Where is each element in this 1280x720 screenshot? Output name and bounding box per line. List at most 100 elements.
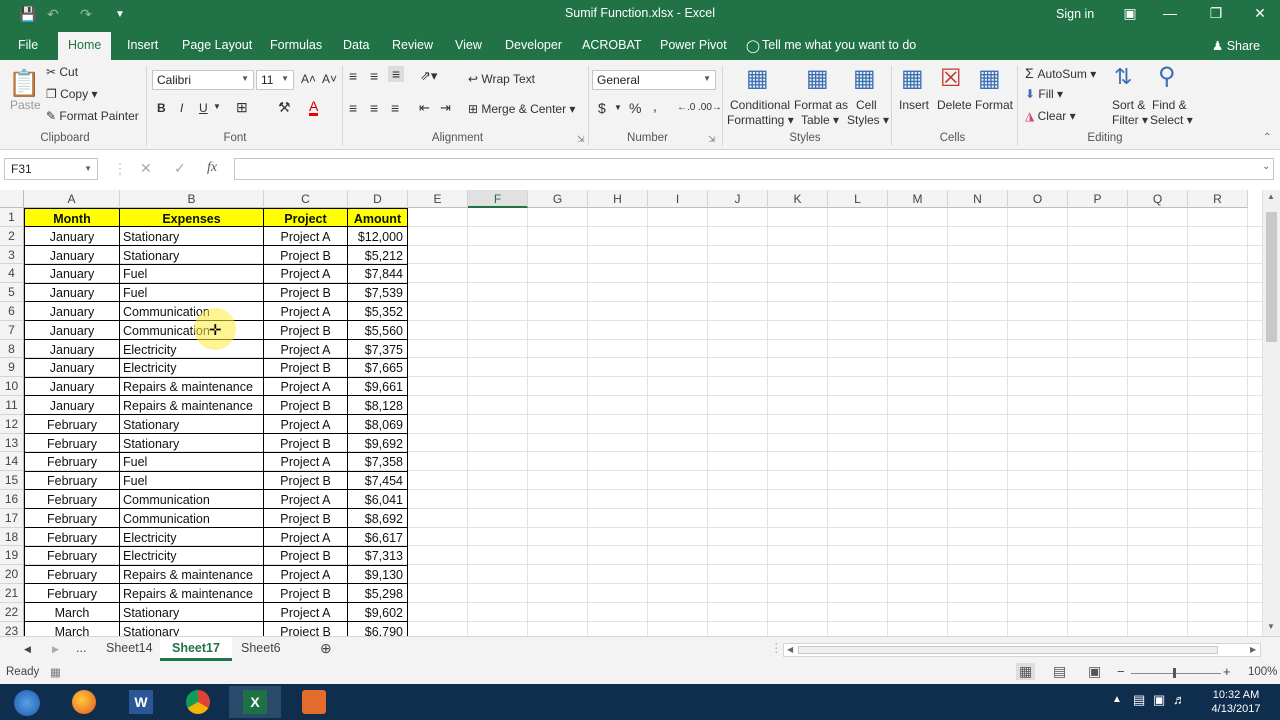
row-header-17[interactable]: 17 xyxy=(0,508,24,528)
table-cell[interactable]: Project B xyxy=(263,508,348,529)
table-cell[interactable]: February xyxy=(24,414,120,435)
table-cell[interactable]: January xyxy=(24,264,120,284)
row-header-23[interactable]: 23 xyxy=(0,621,24,636)
table-cell[interactable]: Project A xyxy=(263,339,348,359)
table-cell[interactable]: $8,692 xyxy=(347,508,408,529)
row-header-10[interactable]: 10 xyxy=(0,377,24,396)
table-cell[interactable]: $5,352 xyxy=(347,302,408,322)
column-header-k[interactable]: K xyxy=(768,190,828,208)
table-cell[interactable]: Electricity xyxy=(119,358,264,378)
tab-file[interactable]: File xyxy=(18,38,38,52)
format-as-table-icon[interactable]: ▦ xyxy=(806,64,829,93)
table-cell[interactable]: Project B xyxy=(263,396,348,416)
top-align-icon[interactable]: ≡ xyxy=(349,68,357,84)
table-cell[interactable]: Stationary xyxy=(119,602,264,623)
sheet-tab-sheet17[interactable]: Sheet17 xyxy=(160,637,232,661)
zoom-out-icon[interactable]: − xyxy=(1117,664,1125,679)
table-cell[interactable]: February xyxy=(24,490,120,510)
row-header-15[interactable]: 15 xyxy=(0,471,24,490)
row-header-6[interactable]: 6 xyxy=(0,302,24,321)
row-header-7[interactable]: 7 xyxy=(0,320,24,340)
table-cell[interactable]: Project B xyxy=(263,471,348,491)
column-header-j[interactable]: J xyxy=(708,190,768,208)
table-cell[interactable]: Project A xyxy=(263,565,348,585)
row-header-8[interactable]: 8 xyxy=(0,339,24,359)
restore-icon[interactable]: ❐ xyxy=(1206,5,1226,23)
page-break-view-icon[interactable]: ▣ xyxy=(1088,663,1101,680)
table-cell[interactable]: February xyxy=(24,527,120,547)
currency-button[interactable]: $ xyxy=(598,100,606,116)
table-cell[interactable]: March xyxy=(24,621,120,636)
paste-icon[interactable]: 📋 xyxy=(8,68,40,99)
table-header-cell[interactable]: Month xyxy=(24,208,120,228)
row-header-21[interactable]: 21 xyxy=(0,584,24,603)
column-header-m[interactable]: M xyxy=(888,190,948,208)
table-cell[interactable]: $7,375 xyxy=(347,339,408,359)
table-cell[interactable]: February xyxy=(24,565,120,585)
table-cell[interactable]: January xyxy=(24,226,120,247)
sheet-tab-sheet14[interactable]: Sheet14 xyxy=(106,641,153,655)
tab-data[interactable]: Data xyxy=(343,38,369,52)
table-cell[interactable]: Project A xyxy=(263,414,348,435)
table-cell[interactable]: Communication xyxy=(119,508,264,529)
volume-icon[interactable]: ♬ xyxy=(1173,692,1186,707)
table-cell[interactable]: February xyxy=(24,433,120,453)
table-cell[interactable]: $9,692 xyxy=(347,433,408,453)
table-cell[interactable]: Project A xyxy=(263,226,348,247)
collapse-ribbon-icon[interactable]: ⌃ xyxy=(1263,132,1271,143)
table-cell[interactable]: Project B xyxy=(263,546,348,566)
format-as-table-button[interactable]: Format as xyxy=(794,98,848,112)
table-cell[interactable]: Project B xyxy=(263,245,348,265)
cell-styles-button[interactable]: Cell xyxy=(856,98,877,112)
chevron-down-icon[interactable]: ▼ xyxy=(213,102,221,111)
table-cell[interactable]: Fuel xyxy=(119,283,264,303)
table-cell[interactable]: January xyxy=(24,245,120,265)
scroll-right-icon[interactable]: ▶ xyxy=(1250,645,1256,654)
column-header-e[interactable]: E xyxy=(408,190,468,208)
sort-filter-label-2[interactable]: Filter ▾ xyxy=(1112,113,1148,127)
decrease-indent-icon[interactable]: ⇤ xyxy=(419,100,430,116)
name-box[interactable]: F31 ▼ xyxy=(4,158,98,180)
word-taskbar-button[interactable]: W xyxy=(115,686,167,718)
table-cell[interactable]: Electricity xyxy=(119,339,264,359)
tab-developer[interactable]: Developer xyxy=(505,38,562,52)
table-cell[interactable]: January xyxy=(24,377,120,397)
find-select-label-2[interactable]: Select ▾ xyxy=(1150,113,1193,127)
column-header-n[interactable]: N xyxy=(948,190,1008,208)
column-header-d[interactable]: D xyxy=(348,190,408,208)
table-cell[interactable]: Project B xyxy=(263,283,348,303)
decrease-font-icon[interactable]: A˅ xyxy=(322,72,337,86)
table-cell[interactable]: Project A xyxy=(263,602,348,623)
column-header-o[interactable]: O xyxy=(1008,190,1068,208)
table-cell[interactable]: $7,358 xyxy=(347,452,408,472)
table-header-cell[interactable]: Project xyxy=(263,208,348,228)
table-cell[interactable]: January xyxy=(24,320,120,341)
column-header-c[interactable]: C xyxy=(264,190,348,208)
table-cell[interactable]: Communication xyxy=(119,302,264,322)
row-header-2[interactable]: 2 xyxy=(0,226,24,246)
table-cell[interactable]: March xyxy=(24,602,120,623)
horizontal-scroll-thumb[interactable] xyxy=(798,646,1218,654)
start-button[interactable] xyxy=(0,686,54,718)
cell-styles-label-2[interactable]: Styles ▾ xyxy=(847,113,889,127)
copy-button[interactable]: ❐ Copy ▾ xyxy=(46,87,97,101)
horizontal-scrollbar[interactable]: ◀ ▶ xyxy=(783,643,1261,657)
row-header-3[interactable]: 3 xyxy=(0,245,24,265)
decrease-decimal-icon[interactable]: .00→ xyxy=(698,102,722,113)
table-cell[interactable]: $7,454 xyxy=(347,471,408,491)
table-cell[interactable]: January xyxy=(24,358,120,378)
table-cell[interactable]: Repairs & maintenance xyxy=(119,565,264,585)
conditional-formatting-button[interactable]: Conditional xyxy=(730,98,790,112)
table-cell[interactable]: Project A xyxy=(263,490,348,510)
row-header-12[interactable]: 12 xyxy=(0,414,24,434)
table-cell[interactable]: $6,790 xyxy=(347,621,408,636)
new-sheet-icon[interactable]: ⊕ xyxy=(320,640,332,657)
table-cell[interactable]: Repairs & maintenance xyxy=(119,396,264,416)
insert-cells-icon[interactable]: ▦ xyxy=(901,64,924,93)
column-header-f[interactable]: F xyxy=(468,190,528,208)
column-header-p[interactable]: P xyxy=(1068,190,1128,208)
table-cell[interactable]: January xyxy=(24,302,120,322)
insert-cells-button[interactable]: Insert xyxy=(899,98,929,112)
font-name-dropdown[interactable]: Calibri ▼ xyxy=(152,70,254,90)
dialog-launcher-icon[interactable]: ⇲ xyxy=(577,134,585,145)
